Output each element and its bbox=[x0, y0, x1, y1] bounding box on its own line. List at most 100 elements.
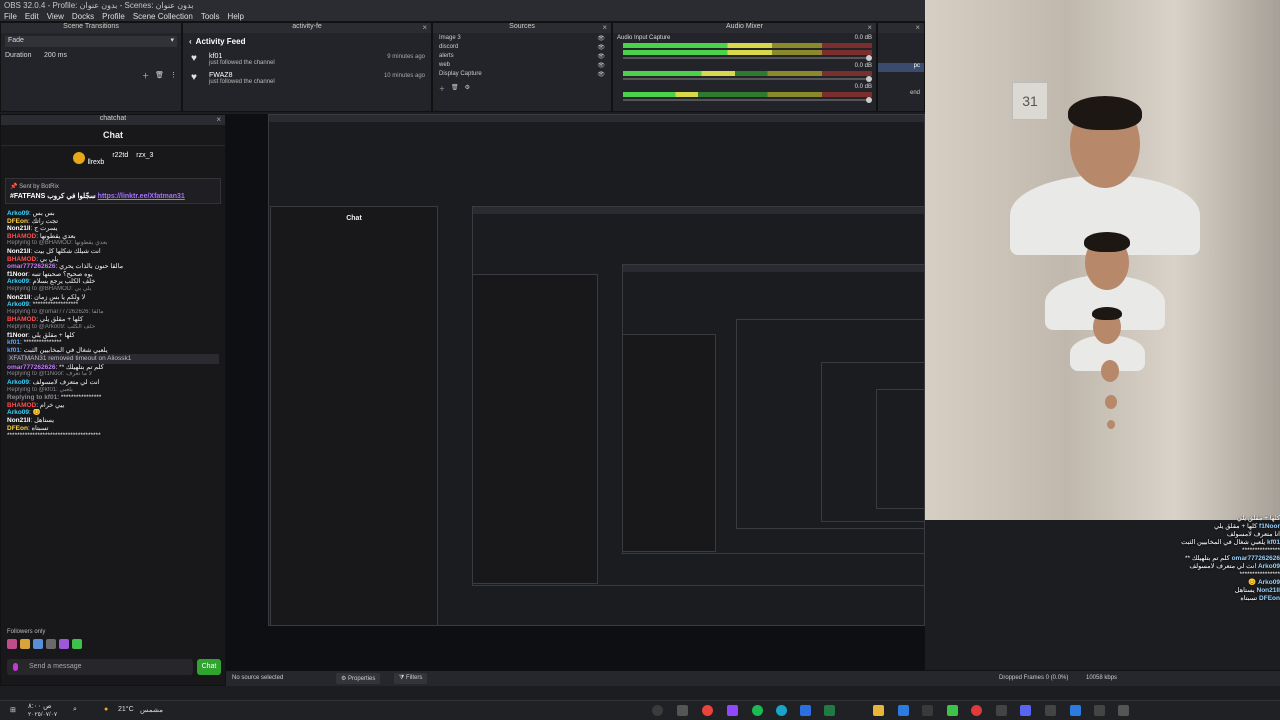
slider-knob[interactable] bbox=[866, 97, 872, 103]
chat-username[interactable]: DFEon bbox=[7, 425, 28, 432]
menu-view[interactable]: View bbox=[47, 12, 64, 21]
twitch-icon[interactable] bbox=[727, 705, 738, 716]
menu-tools[interactable]: Tools bbox=[201, 12, 220, 21]
chat-username[interactable]: Non21ll bbox=[7, 294, 30, 301]
chat-username[interactable]: f1Noor bbox=[7, 332, 28, 339]
trash-icon[interactable]: 🗑 bbox=[451, 84, 459, 93]
leaderboard-entry[interactable]: llrexb bbox=[72, 152, 104, 166]
source-item[interactable]: discord 👁 bbox=[433, 44, 611, 53]
leaderboard-entry[interactable]: rzx_3 bbox=[136, 152, 153, 166]
properties-button[interactable]: ⚙ Properties bbox=[336, 673, 381, 684]
app-icon[interactable] bbox=[1070, 705, 1081, 716]
menu-scene-collection[interactable]: Scene Collection bbox=[133, 12, 193, 21]
source-item[interactable]: Image 3 👁 bbox=[433, 35, 611, 44]
eye-icon[interactable]: 👁 bbox=[597, 53, 605, 62]
app-icon[interactable] bbox=[1045, 705, 1056, 716]
chat-username[interactable]: Arko09 bbox=[7, 409, 29, 416]
chat-send-button[interactable]: Chat bbox=[197, 659, 221, 675]
emote-icon[interactable] bbox=[33, 639, 43, 649]
menu-profile[interactable]: Profile bbox=[102, 12, 125, 21]
slider-knob[interactable] bbox=[866, 76, 872, 82]
chat-username[interactable]: Non21ll bbox=[7, 248, 30, 255]
add-icon[interactable]: ＋ bbox=[439, 84, 445, 93]
close-icon[interactable]: × bbox=[915, 23, 920, 32]
menu-file[interactable]: File bbox=[4, 12, 17, 21]
chat-username[interactable]: BHAMOD bbox=[7, 316, 36, 323]
chat-username[interactable]: Arko09 bbox=[7, 278, 29, 285]
source-item[interactable]: Display Capture 👁 bbox=[433, 71, 611, 80]
menu-icon[interactable]: ⋮ bbox=[170, 71, 177, 81]
spotify-icon[interactable] bbox=[752, 705, 763, 716]
pinned-message[interactable]: 📌 Sent by BotRix #FATFANS سجّلوا في كروب… bbox=[5, 178, 221, 204]
app-icon[interactable] bbox=[1094, 705, 1105, 716]
chat-username[interactable]: f1Noor bbox=[7, 271, 28, 278]
scene-item[interactable]: end bbox=[878, 90, 924, 99]
app-icon[interactable] bbox=[1118, 705, 1129, 716]
volume-slider[interactable] bbox=[623, 55, 872, 61]
chat-username[interactable]: DFEon bbox=[7, 218, 28, 225]
chat-username[interactable]: kf01 bbox=[7, 339, 20, 346]
emote-icon[interactable] bbox=[59, 639, 69, 649]
eye-icon[interactable]: 👁 bbox=[597, 71, 605, 80]
duration-field[interactable]: 200 ms bbox=[44, 52, 67, 59]
trash-icon[interactable]: 🗑 bbox=[155, 71, 164, 81]
close-icon[interactable]: × bbox=[867, 23, 872, 32]
chat-username[interactable]: Arko09 bbox=[7, 379, 29, 386]
preview-canvas[interactable]: Chat bbox=[226, 114, 925, 670]
chat-input[interactable]: Send a message bbox=[7, 659, 193, 675]
mic-icon[interactable] bbox=[13, 663, 18, 671]
transition-select[interactable]: Fade ▾ bbox=[5, 36, 177, 47]
chat-username[interactable]: BHAMOD bbox=[7, 233, 36, 240]
chat-username[interactable]: omar777262626 bbox=[7, 364, 55, 371]
chat-username[interactable]: Replying to kf01 bbox=[7, 394, 57, 401]
app-icon[interactable] bbox=[898, 705, 909, 716]
chat-username[interactable]: Arko09 bbox=[7, 301, 29, 308]
filters-button[interactable]: ⧩ Filters bbox=[394, 673, 428, 684]
app-icon[interactable] bbox=[947, 705, 958, 716]
search-icon[interactable]: ⌕ bbox=[73, 706, 77, 714]
source-item[interactable]: web 👁 bbox=[433, 62, 611, 71]
close-icon[interactable]: × bbox=[216, 115, 221, 124]
chat-username[interactable]: Non21ll bbox=[7, 417, 30, 424]
eye-icon[interactable]: 👁 bbox=[597, 44, 605, 53]
app-icon[interactable] bbox=[971, 705, 982, 716]
start-icon[interactable]: ⊞ bbox=[10, 706, 16, 714]
chat-username[interactable]: Non21ll bbox=[7, 225, 30, 232]
scene-item[interactable]: pc bbox=[878, 63, 924, 72]
emote-icon[interactable] bbox=[46, 639, 56, 649]
close-icon[interactable]: × bbox=[602, 23, 607, 32]
gear-icon[interactable]: ⚙ bbox=[465, 84, 470, 93]
media-app-icon[interactable] bbox=[677, 705, 688, 716]
obs-app-icon[interactable] bbox=[652, 705, 663, 716]
app-icon[interactable] bbox=[800, 705, 811, 716]
emote-icon[interactable] bbox=[7, 639, 17, 649]
chat-username[interactable]: Arko09 bbox=[7, 210, 29, 217]
app-icon[interactable] bbox=[922, 705, 933, 716]
emote-icon[interactable] bbox=[72, 639, 82, 649]
edge-icon[interactable] bbox=[776, 705, 787, 716]
eye-icon[interactable]: 👁 bbox=[597, 62, 605, 71]
leaderboard-entry[interactable]: r22td bbox=[112, 152, 128, 166]
menu-docks[interactable]: Docks bbox=[72, 12, 94, 21]
chat-username[interactable]: BHAMOD bbox=[7, 402, 36, 409]
add-icon[interactable]: ＋ bbox=[142, 71, 149, 81]
menu-edit[interactable]: Edit bbox=[25, 12, 39, 21]
excel-icon[interactable] bbox=[824, 705, 835, 716]
chat-username[interactable]: BHAMOD bbox=[7, 256, 36, 263]
emote-icon[interactable] bbox=[20, 639, 30, 649]
pinned-link[interactable]: https://linktr.ee/Xfatman31 bbox=[98, 193, 185, 200]
folder-icon[interactable] bbox=[873, 705, 884, 716]
menu-help[interactable]: Help bbox=[228, 12, 244, 21]
chevron-left-icon[interactable]: ‹ bbox=[189, 37, 192, 46]
app-icon[interactable] bbox=[1020, 705, 1031, 716]
slider-knob[interactable] bbox=[866, 55, 872, 61]
eye-icon[interactable]: 👁 bbox=[597, 35, 605, 44]
source-item[interactable]: alerts 👁 bbox=[433, 53, 611, 62]
volume-slider[interactable] bbox=[623, 76, 872, 82]
close-icon[interactable]: × bbox=[422, 23, 427, 32]
chat-username[interactable]: omar777262626 bbox=[7, 263, 55, 270]
chat-username[interactable]: kf01 bbox=[7, 347, 20, 354]
volume-slider[interactable] bbox=[623, 97, 872, 103]
chrome-icon[interactable] bbox=[702, 705, 713, 716]
app-icon[interactable] bbox=[996, 705, 1007, 716]
